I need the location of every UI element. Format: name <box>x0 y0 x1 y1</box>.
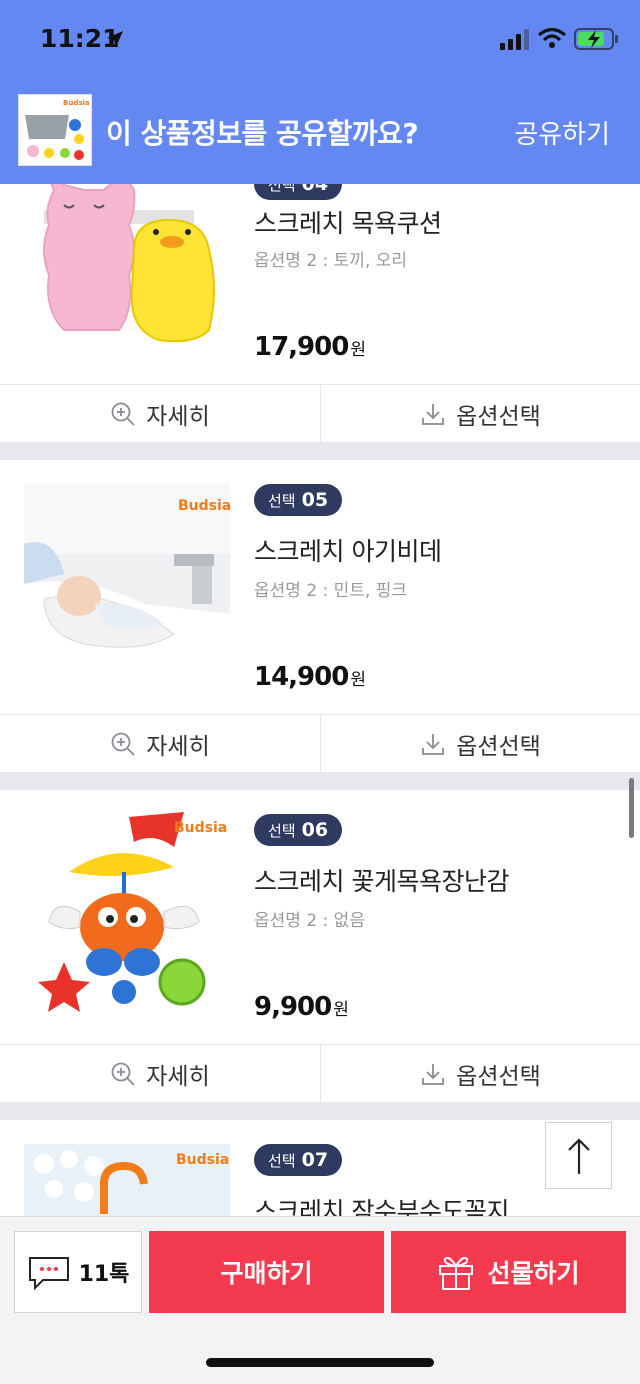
option-badge: 선택 07 <box>254 1144 343 1176</box>
bath-cushion-image <box>24 180 230 366</box>
product-image[interactable] <box>24 180 230 366</box>
zoom-in-icon <box>111 1062 135 1086</box>
product-name[interactable]: 스크레치 목욕쿠션 <box>254 204 442 240</box>
product-card[interactable]: Budsia 선택 05 스크레치 아기비데 옵션명 2 : 민트, 핑크 14,… <box>0 460 640 714</box>
gift-label: 선물하기 <box>487 1259 580 1288</box>
detail-button[interactable]: 자세히 <box>0 385 320 443</box>
talk-label: 11톡 <box>78 1262 130 1287</box>
zoom-in-icon <box>111 402 135 426</box>
option-badge: 선택 06 <box>254 814 343 846</box>
share-bar: Budsia 이 상품정보를 공유할까요? 공유하기 <box>0 88 640 172</box>
share-product-thumbnail: Budsia <box>18 94 92 166</box>
share-header: 11:21 Budsia 이 상품정보를 공유할까요? 공유하기 <box>0 0 640 184</box>
crab-toy-image: Budsia <box>24 812 230 1018</box>
battery-charging-icon <box>574 28 618 50</box>
product-price: 17,900 원 <box>254 332 366 362</box>
chat-bubble-icon <box>28 1257 69 1291</box>
option-select-label: 옵션선택 <box>456 1064 541 1090</box>
home-indicator[interactable] <box>206 1358 434 1367</box>
detail-label: 자세히 <box>146 404 210 430</box>
detail-button[interactable]: 자세히 <box>0 715 320 773</box>
option-select-button[interactable]: 옵션선택 <box>320 1045 640 1103</box>
product-option: 옵션명 2 : 없음 <box>254 911 365 931</box>
brand-logo: Budsia <box>174 820 227 836</box>
section-divider <box>0 442 640 460</box>
cellular-signal-icon <box>500 29 529 50</box>
detail-label: 자세히 <box>146 1064 210 1090</box>
section-divider <box>0 772 640 790</box>
talk-button[interactable]: 11톡 <box>14 1231 142 1313</box>
svg-text:Budsia: Budsia <box>63 99 90 107</box>
share-button[interactable]: 공유하기 <box>514 114 610 151</box>
scroll-indicator[interactable] <box>629 778 634 838</box>
arrow-up-icon <box>567 1137 590 1174</box>
detail-label: 자세히 <box>146 734 210 760</box>
product-name[interactable]: 스크레치 아기비데 <box>254 532 442 568</box>
option-select-label: 옵션선택 <box>456 404 541 430</box>
brand-logo: Budsia <box>176 1152 229 1168</box>
buy-button[interactable]: 구매하기 <box>149 1231 384 1313</box>
product-card[interactable]: Budsia 선택 07 스크레치 잠수부수도꼭지 <box>0 1120 640 1220</box>
baby-bidet-image: Budsia <box>24 484 230 690</box>
location-arrow-icon <box>107 31 123 47</box>
product-card[interactable]: Budsia 선택 06 스크레치 꽃게목욕장난감 옵션명 2 : 없음 9,90… <box>0 790 640 1044</box>
wifi-icon <box>538 27 566 48</box>
share-prompt-title: 이 상품정보를 공유할까요? <box>106 117 419 150</box>
option-select-button[interactable]: 옵션선택 <box>320 715 640 773</box>
gift-button[interactable]: 선물하기 <box>391 1231 626 1313</box>
product-price: 9,900 원 <box>254 992 349 1022</box>
product-option: 옵션명 2 : 토끼, 오리 <box>254 251 408 271</box>
download-icon <box>422 1064 445 1085</box>
bath-set-thumbnail: Budsia <box>19 95 91 165</box>
product-option: 옵션명 2 : 민트, 핑크 <box>254 581 408 601</box>
product-price: 14,900 원 <box>254 662 366 692</box>
zoom-in-icon <box>111 732 135 756</box>
product-card[interactable]: 선택 04 스크레치 목욕쿠션 옵션명 2 : 토끼, 오리 17,900 원 <box>0 150 640 384</box>
download-icon <box>422 404 445 425</box>
download-icon <box>422 734 445 755</box>
detail-button[interactable]: 자세히 <box>0 1045 320 1103</box>
faucet-toy-image: Budsia <box>24 1144 230 1220</box>
product-image[interactable]: Budsia <box>24 1144 230 1220</box>
option-badge: 선택 05 <box>254 484 343 516</box>
product-list[interactable]: 선택 04 스크레치 목욕쿠션 옵션명 2 : 토끼, 오리 17,900 원 자세… <box>0 0 640 1384</box>
option-select-button[interactable]: 옵션선택 <box>320 385 640 443</box>
gift-icon <box>439 1256 474 1290</box>
section-divider <box>0 1102 640 1120</box>
product-name[interactable]: 스크레치 꽃게목욕장난감 <box>254 862 509 898</box>
status-bar: 11:21 <box>0 0 640 78</box>
option-select-label: 옵션선택 <box>456 734 541 760</box>
brand-logo: Budsia <box>178 498 230 514</box>
scroll-top-button[interactable] <box>545 1122 612 1189</box>
product-image[interactable]: Budsia <box>24 484 230 690</box>
product-image[interactable]: Budsia <box>24 812 230 1018</box>
product-actions: 자세히 옵션선택 <box>0 384 640 443</box>
product-actions: 자세히 옵션선택 <box>0 714 640 773</box>
product-actions: 자세히 옵션선택 <box>0 1044 640 1103</box>
